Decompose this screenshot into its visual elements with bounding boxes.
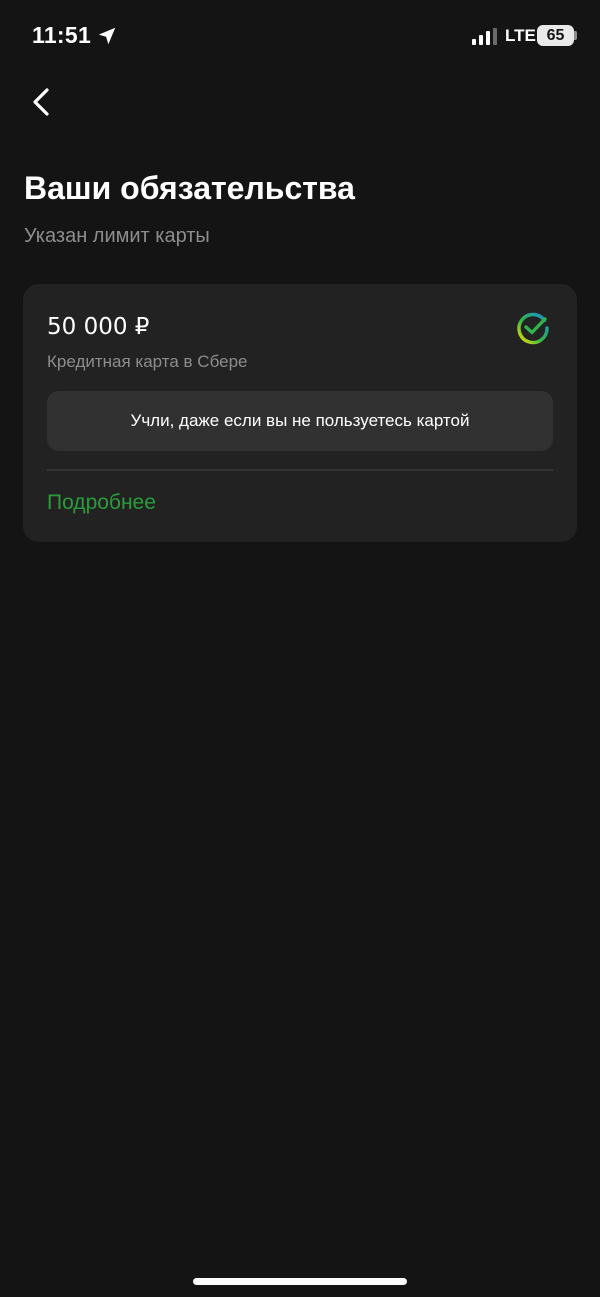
battery-tip xyxy=(574,31,577,40)
network-type: LTE xyxy=(505,26,536,45)
status-bar: 11:51 LTE 65 xyxy=(0,0,600,72)
screen: 11:51 LTE 65 Ваши обязательства Указан л… xyxy=(0,0,600,1297)
chevron-left-icon xyxy=(33,88,49,116)
battery-level: 65 xyxy=(546,26,565,44)
back-button[interactable] xyxy=(24,82,64,122)
cellular-signal-icon xyxy=(472,28,497,45)
sber-logo-icon xyxy=(517,312,549,345)
status-time: 11:51 xyxy=(32,22,92,48)
credit-card-liability-card: 50 000 ₽ Кредитная карта в Сбере Учли, д… xyxy=(23,284,577,542)
credit-limit-amount: 50 000 ₽ xyxy=(47,314,150,340)
card-usage-notice-text: Учли, даже если вы не пользуетесь картой xyxy=(130,411,470,430)
card-usage-notice: Учли, даже если вы не пользуетесь картой xyxy=(47,391,553,451)
home-indicator[interactable] xyxy=(193,1278,407,1285)
page-title: Ваши обязательства xyxy=(24,170,355,206)
page-subtitle: Указан лимит карты xyxy=(24,225,210,247)
card-description: Кредитная карта в Сбере xyxy=(47,352,248,371)
details-link[interactable]: Подробнее xyxy=(47,491,156,515)
location-arrow-icon xyxy=(98,27,116,45)
card-divider xyxy=(47,469,553,471)
battery-icon: 65 xyxy=(537,25,574,46)
